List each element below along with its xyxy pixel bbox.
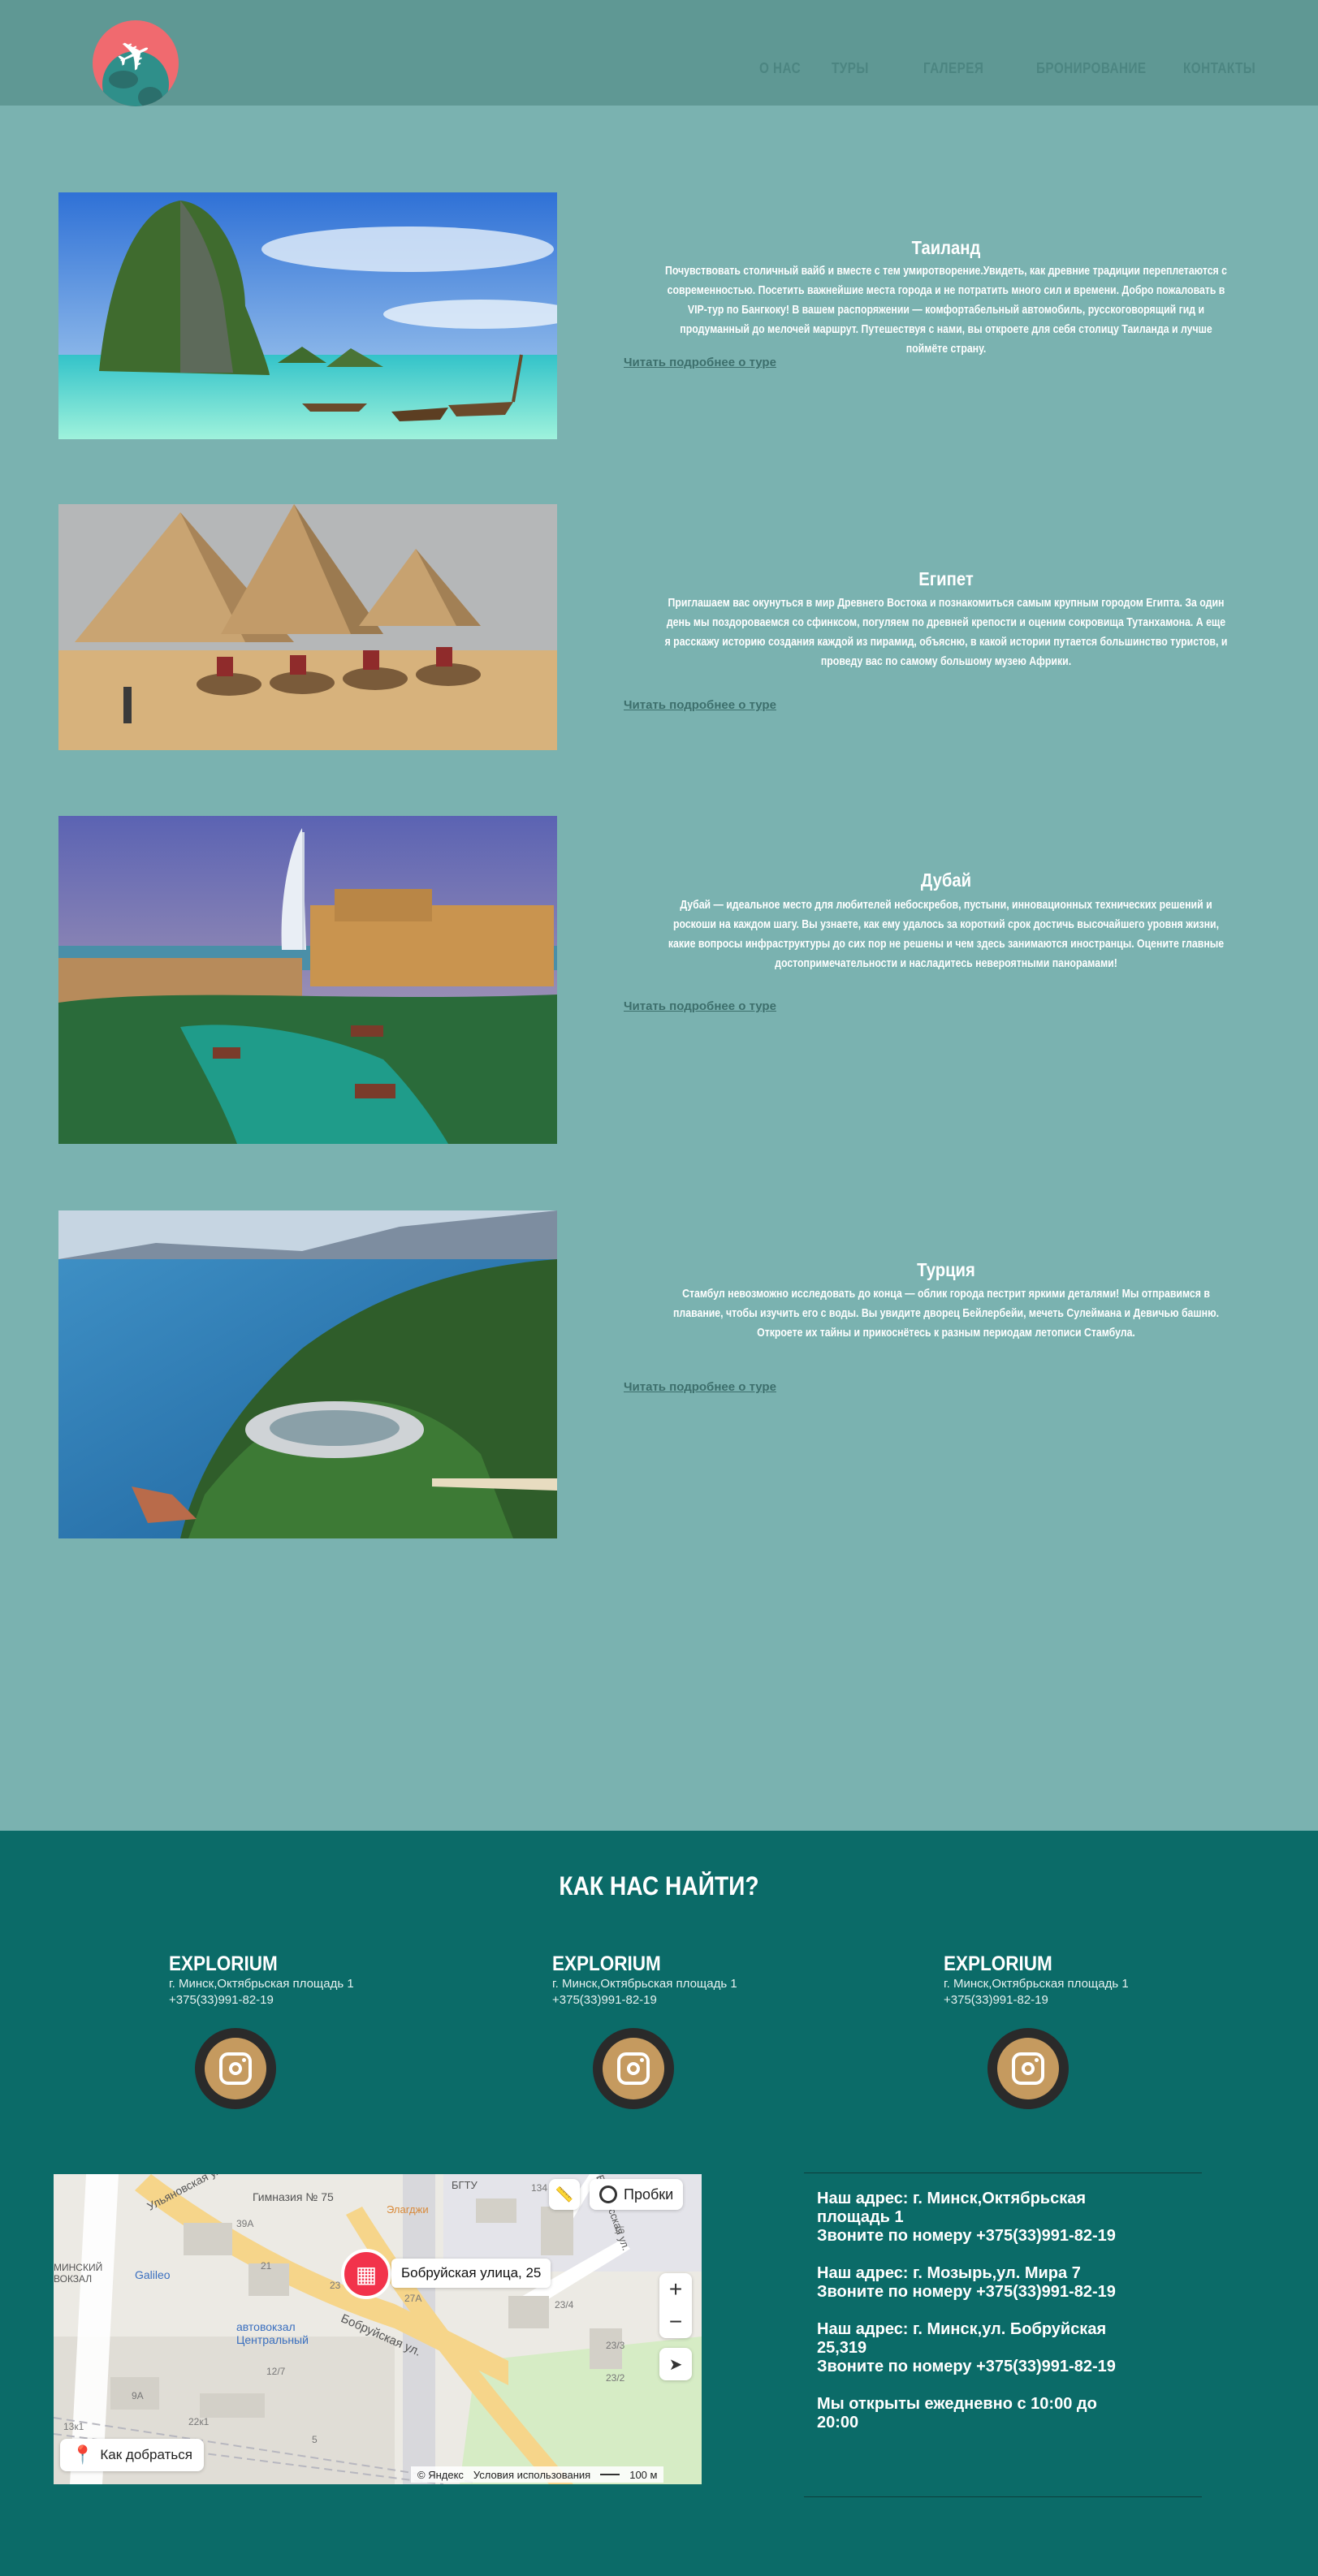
tour-title: Таиланд bbox=[911, 237, 981, 258]
find-us-title: КАК НАС НАЙТИ? bbox=[559, 1871, 759, 1901]
route-label: Как добраться bbox=[100, 2447, 192, 2462]
map-house-label: 23/3 bbox=[606, 2340, 625, 2351]
location-pin-icon: 📍 bbox=[71, 2444, 94, 2466]
tour-title: Египет bbox=[918, 568, 974, 589]
instagram-icon bbox=[1012, 2052, 1044, 2085]
thailand-photo bbox=[58, 192, 557, 439]
instagram-button[interactable] bbox=[987, 2028, 1069, 2109]
office-address: г. Минск,Октябрьская площадь 1 bbox=[169, 1977, 354, 1991]
nav-contacts[interactable]: КОНТАКТЫ bbox=[1183, 60, 1255, 77]
instagram-button[interactable] bbox=[195, 2028, 276, 2109]
map-pin-icon[interactable]: ▦ bbox=[341, 2249, 391, 2299]
traffic-icon bbox=[599, 2186, 617, 2203]
tour-title: Дубай bbox=[920, 869, 972, 891]
map-house-label: 39А bbox=[236, 2218, 254, 2229]
turkey-photo bbox=[58, 1210, 557, 1538]
map-house-label: 134 bbox=[531, 2182, 548, 2194]
traffic-button[interactable]: Пробки bbox=[590, 2179, 684, 2210]
zoom-out-icon[interactable]: − bbox=[659, 2306, 692, 2338]
office-phone: +375(33)991-82-19 bbox=[169, 1993, 274, 2007]
egypt-photo bbox=[58, 504, 557, 750]
traffic-label: Пробки bbox=[624, 2186, 674, 2203]
map-copyright: © Яндекс bbox=[417, 2468, 464, 2481]
office-phone: +375(33)991-82-19 bbox=[944, 1993, 1048, 2007]
tour-read-more-link[interactable]: Читать подробнее о туре bbox=[624, 698, 776, 712]
map-house-label: 13к1 bbox=[63, 2421, 84, 2432]
map-house-label: 21 bbox=[261, 2260, 272, 2272]
nav-tours[interactable]: ТУРЫ bbox=[832, 60, 869, 77]
instagram-icon-bg bbox=[205, 2038, 266, 2099]
office-phone: +375(33)991-82-19 bbox=[552, 1993, 657, 2007]
map-house-label: 15 bbox=[614, 2224, 625, 2236]
zoom-in-icon[interactable]: + bbox=[659, 2273, 692, 2306]
route-button[interactable]: 📍 Как добраться bbox=[60, 2439, 204, 2471]
map-label-poi: Элarджи bbox=[387, 2203, 429, 2216]
map-scale-label: 100 м bbox=[629, 2468, 658, 2481]
instagram-icon bbox=[617, 2052, 650, 2085]
ruler-icon[interactable]: 📏 bbox=[549, 2179, 580, 2210]
yandex-map[interactable]: Гимназия № 75 Элarджи Galileo МИНСКИЙ ВО… bbox=[54, 2174, 702, 2484]
tour-read-more-link[interactable]: Читать подробнее о туре bbox=[624, 999, 776, 1013]
nav-booking[interactable]: БРОНИРОВАНИЕ bbox=[1036, 60, 1147, 77]
geolocation-icon[interactable]: ➤ bbox=[659, 2348, 692, 2380]
map-label-poi: Galileo bbox=[135, 2268, 171, 2281]
map-label-poi: БГТУ bbox=[452, 2179, 478, 2191]
opening-hours: Мы открыты ежедневно с 10:00 до 20:00 bbox=[817, 2395, 1097, 2431]
contact-info: Наш адрес: г. Минск,Октябрьская площадь … bbox=[804, 2173, 1202, 2497]
tour-description: Дубай — идеальное место для любителей не… bbox=[668, 898, 1225, 970]
map-house-label: 12/7 bbox=[266, 2366, 286, 2377]
logo-plane-globe-icon[interactable]: ✈ bbox=[93, 20, 179, 106]
zoom-controls: + − bbox=[659, 2273, 692, 2338]
map-terms-link[interactable]: Условия использования bbox=[473, 2469, 590, 2481]
site-header: ✈ О НАС ТУРЫ ГАЛЕРЕЯ БРОНИРОВАНИЕ КОНТАК… bbox=[0, 0, 1318, 106]
instagram-button[interactable] bbox=[593, 2028, 674, 2109]
map-house-label: 23/2 bbox=[606, 2372, 625, 2384]
globe-land-shape bbox=[138, 87, 162, 106]
map-house-label: 23/4 bbox=[555, 2299, 574, 2311]
office-brand: EXPLORIUM bbox=[552, 1952, 661, 1975]
tour-description: Почувствовать столичный вайб и вместе с … bbox=[664, 264, 1228, 356]
contact-address: Наш адрес: г. Мозырь,ул. Мира 7 Звоните п… bbox=[817, 2264, 1116, 2301]
map-attribution: © Яндекс Условия использования 100 м bbox=[411, 2466, 664, 2483]
office-brand: EXPLORIUM bbox=[169, 1952, 278, 1975]
instagram-icon-bg bbox=[997, 2038, 1059, 2099]
tour-description: Приглашаем вас окунуться в мир Древнего … bbox=[664, 596, 1228, 668]
contact-address: Наш адрес: г. Минск,Октябрьская площадь … bbox=[817, 2190, 1116, 2245]
map-house-label: 27А bbox=[404, 2293, 422, 2304]
map-house-label: 22к1 bbox=[188, 2416, 210, 2427]
office-card: EXPLORIUM г. Минск,Октябрьская площадь 1… bbox=[552, 1952, 737, 2009]
office-address: г. Минск,Октябрьская площадь 1 bbox=[552, 1977, 737, 1991]
instagram-icon bbox=[219, 2052, 252, 2085]
instagram-icon-bg bbox=[603, 2038, 664, 2099]
map-label-bus-station: автовокзал Центральный bbox=[236, 2320, 309, 2346]
map-house-label: 5 bbox=[312, 2434, 318, 2445]
tour-description: Стамбул невозможно исследовать до конца … bbox=[672, 1287, 1219, 1340]
office-brand: EXPLORIUM bbox=[944, 1952, 1052, 1975]
tour-read-more-link[interactable]: Читать подробнее о туре bbox=[624, 1380, 776, 1394]
map-label-school: Гимназия № 75 bbox=[253, 2190, 334, 2203]
nav-about[interactable]: О НАС bbox=[759, 60, 801, 77]
tour-title: Турция bbox=[917, 1259, 975, 1280]
office-card: EXPLORIUM г. Минск,Октябрьская площадь 1… bbox=[169, 1952, 354, 2009]
map-house-label: 23 bbox=[330, 2280, 341, 2291]
contact-address: Наш адрес: г. Минск,ул. Бобруйская 25,31… bbox=[817, 2320, 1116, 2375]
nav-gallery[interactable]: ГАЛЕРЕЯ bbox=[923, 60, 983, 77]
office-address: г. Минск,Октябрьская площадь 1 bbox=[944, 1977, 1129, 1991]
office-card: EXPLORIUM г. Минск,Октябрьская площадь 1… bbox=[944, 1952, 1129, 2009]
map-place-label: Бобруйская улица, 25 bbox=[391, 2259, 551, 2288]
dubai-photo bbox=[58, 816, 557, 1144]
tour-read-more-link[interactable]: Читать подробнее о туре bbox=[624, 356, 776, 369]
map-scale-bar bbox=[600, 2474, 620, 2475]
map-house-label: 9А bbox=[132, 2390, 144, 2401]
map-label-station: МИНСКИЙ ВОКЗАЛ bbox=[54, 2262, 103, 2285]
